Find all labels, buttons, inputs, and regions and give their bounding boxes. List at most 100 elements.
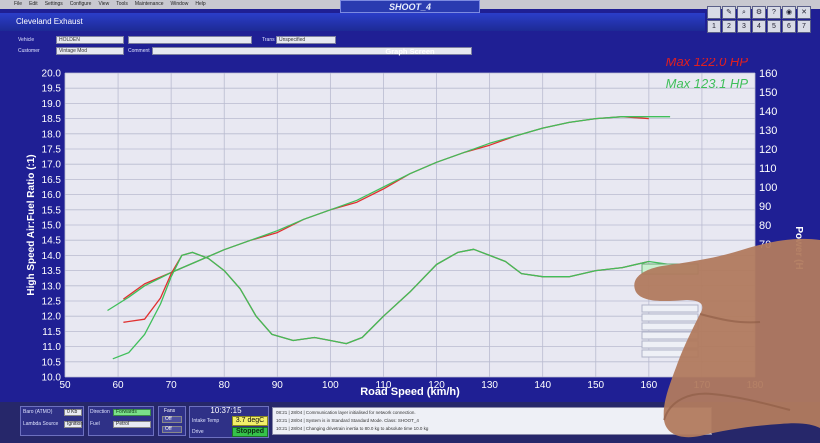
dyno-chart: 50 60 70 80 90 100 110 120 130 140 150 160 170 180 10… — [26, 58, 804, 398]
log-line: 10:21 | 28/04 | Changing drivetrain iner… — [276, 426, 429, 431]
y-tick-label: 17.5 — [42, 145, 62, 156]
y-tick-label: 19.5 — [42, 84, 62, 95]
gear-icon[interactable]: ⚙ — [752, 6, 766, 19]
y-tick-label: 17.0 — [42, 160, 62, 171]
intake-temp-label: Intake Temp — [192, 418, 220, 424]
drive-status-badge: Stopped — [232, 427, 268, 437]
direction-label: Direction — [90, 409, 110, 415]
y-tick-label: 16.5 — [42, 175, 62, 186]
y-tick-label: 15.0 — [42, 221, 62, 232]
x-axis-label: Road Speed (km/h) — [360, 386, 460, 398]
x-tick-label: 100 — [322, 380, 339, 391]
edit-icon[interactable]: ✎ — [722, 6, 736, 19]
max-hp-run2-annotation: Max 123.1 HP — [666, 76, 749, 91]
dyno-app-window: File Edit Settings Configure View Tools … — [0, 0, 820, 443]
y2-tick-label: 130 — [759, 125, 777, 137]
menu-tools[interactable]: Tools — [116, 0, 128, 9]
y-axis-label: High Speed Air:Fuel Ratio (:1) — [26, 154, 37, 295]
help-icon[interactable]: ? — [767, 6, 781, 19]
menu-view[interactable]: View — [98, 0, 109, 9]
y-tick-label: 14.5 — [42, 236, 62, 247]
y2-tick-label: 140 — [759, 106, 777, 118]
screen-3-icon[interactable]: 3 — [737, 20, 751, 33]
window-titlebar: Cleveland Exhaust — [0, 13, 705, 31]
y-tick-label: 18.5 — [42, 114, 62, 125]
y2-tick-label: 160 — [759, 68, 777, 80]
clock: 10:37:15 — [210, 406, 242, 415]
y-tick-label: 20.0 — [42, 69, 62, 80]
fuel-select[interactable]: Petrol — [113, 421, 151, 428]
y2-axis-ticks: 160 150 140 130 120 110 100 90 80 70 — [759, 68, 777, 251]
trans-field[interactable]: Unspecified — [276, 36, 336, 44]
zoom-icon[interactable]: ⌕ — [737, 6, 751, 19]
y-tick-label: 12.5 — [42, 297, 62, 308]
x-tick-label: 80 — [219, 380, 231, 391]
x-tick-label: 160 — [641, 380, 658, 391]
x-tick-label: 180 — [747, 380, 764, 391]
camera-icon[interactable]: ◉ — [782, 6, 796, 19]
screen-1-icon[interactable]: 1 — [707, 20, 721, 33]
x-tick-label: 150 — [587, 380, 604, 391]
screen-6-icon[interactable]: 6 — [782, 20, 796, 33]
vehicle-field[interactable]: HOLDEN — [56, 36, 124, 44]
screen-4-icon[interactable]: 4 — [752, 20, 766, 33]
toolbar: ✎ ⌕ ⚙ ? ◉ ✕ 1 2 3 4 5 6 7 — [707, 6, 813, 34]
direction-select[interactable]: Forwards — [113, 409, 151, 416]
y2-tick-label: 70 — [759, 239, 771, 251]
screen-7-icon[interactable]: 7 — [797, 20, 811, 33]
max-hp-run1-annotation: Max 122.0 HP — [666, 58, 749, 69]
y2-tick-label: 150 — [759, 87, 777, 99]
intake-temp-value: 3.7 degC — [232, 416, 268, 426]
y2-tick-label: 100 — [759, 182, 777, 194]
y-tick-label: 10.0 — [42, 373, 62, 384]
graph-screen-title: Graph Screen — [385, 47, 435, 56]
trans-label: Trans — [262, 37, 275, 43]
x-tick-label: 60 — [113, 380, 125, 391]
source-field[interactable]: Ignition — [64, 421, 83, 428]
y-tick-label: 12.0 — [42, 312, 62, 323]
y2-tick-label: 80 — [759, 220, 771, 232]
menu-help[interactable]: Help — [195, 0, 205, 9]
y2-axis-label: Power (H — [793, 226, 804, 269]
x-tick-label: 90 — [272, 380, 284, 391]
screen-5-icon[interactable]: 5 — [767, 20, 781, 33]
x-tick-label: 130 — [481, 380, 498, 391]
log-line: 10:21 | 28/04 | System is in Standard St… — [276, 418, 419, 423]
y-tick-label: 19.0 — [42, 99, 62, 110]
menu-maintenance[interactable]: Maintenance — [135, 0, 164, 9]
y-tick-label: 15.5 — [42, 205, 62, 216]
y-tick-label: 14.0 — [42, 251, 62, 262]
vehicle-detail-field[interactable] — [128, 36, 252, 44]
menu-settings[interactable]: Settings — [45, 0, 63, 9]
vehicle-label: Vehicle — [18, 37, 35, 43]
graph-icon[interactable] — [707, 6, 721, 19]
y-tick-label: 16.0 — [42, 190, 62, 201]
x-tick-label: 170 — [694, 380, 711, 391]
menu-configure[interactable]: Configure — [70, 0, 92, 9]
y-tick-label: 11.5 — [42, 327, 61, 338]
chart-grid — [64, 72, 756, 378]
x-tick-label: 70 — [166, 380, 178, 391]
x-tick-label: 50 — [59, 380, 71, 391]
source-label: Lambda Source — [23, 421, 59, 427]
menu-edit[interactable]: Edit — [29, 0, 38, 9]
close-icon[interactable]: ✕ — [797, 6, 811, 19]
fan-1-toggle[interactable]: Off — [162, 416, 182, 423]
screen-2-icon[interactable]: 2 — [722, 20, 736, 33]
fans-label: Fans — [164, 408, 176, 414]
baro-label: Baro (ATMO) — [23, 409, 53, 415]
drive-label: Drive — [192, 429, 204, 435]
y2-tick-label: 120 — [759, 144, 777, 156]
y-tick-label: 13.5 — [42, 266, 62, 277]
cursor-readout-box — [641, 263, 699, 275]
window-title: Cleveland Exhaust — [16, 17, 83, 26]
y-axis-ticks: 10.0 10.5 11.0 11.5 12.0 12.5 13.0 13.5 14.0 14.5… — [42, 69, 62, 384]
baro-field[interactable]: 0 Kb — [64, 409, 82, 416]
message-log[interactable]: 08:21 | 28/04 | Communication layer init… — [272, 407, 712, 435]
log-line: 08:21 | 28/04 | Communication layer init… — [276, 410, 416, 415]
y2-tick-label: 90 — [759, 201, 771, 213]
menu-file[interactable]: File — [14, 0, 22, 9]
y-tick-label: 10.5 — [42, 357, 62, 368]
menu-window[interactable]: Window — [171, 0, 189, 9]
fan-2-toggle[interactable]: Off — [162, 426, 182, 433]
